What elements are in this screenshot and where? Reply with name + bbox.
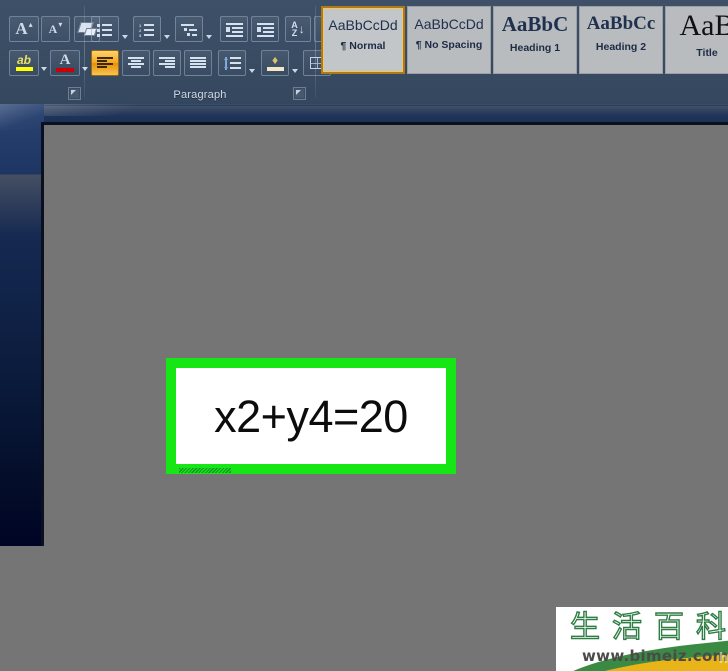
style-tile-no-spacing[interactable]: AaBbCcDd ¶ No Spacing	[407, 6, 491, 74]
grow-font-arrow-icon: ▴	[28, 20, 33, 29]
align-right-button[interactable]	[153, 50, 181, 76]
line-spacing-icon	[223, 56, 241, 70]
shrink-font-arrow-icon: ▾	[58, 20, 63, 29]
style-tile-normal[interactable]: AaBbCcDd ¶ Normal	[321, 6, 405, 74]
highlight-color-swatch	[15, 67, 33, 71]
watermark-url: www.bimeiz.com	[582, 647, 728, 665]
sort-arrow-icon: ↓	[298, 22, 305, 36]
document-canvas[interactable]: x2+y4=20 生活百科 www.bimeiz.com howto	[44, 125, 728, 671]
increase-indent-button[interactable]	[251, 16, 279, 42]
grow-font-label: A	[15, 19, 28, 38]
multilevel-list-button[interactable]	[175, 16, 203, 42]
shrink-font-label: A	[48, 21, 58, 36]
increase-indent-icon	[256, 22, 274, 37]
align-left-button[interactable]	[91, 50, 119, 76]
style-tile-heading-2[interactable]: AaBbCc Heading 2	[579, 6, 663, 74]
style-sample-no-spacing: AaBbCcDd	[414, 16, 484, 32]
text-box-content: x2+y4=20	[176, 368, 446, 473]
multilevel-list-icon	[181, 23, 197, 36]
watermark: 生活百科 www.bimeiz.com howto	[556, 607, 728, 671]
ribbon-group-paragraph-label: Paragraph	[173, 89, 227, 101]
line-spacing-button[interactable]	[218, 50, 246, 76]
style-name-heading-1: Heading 1	[509, 42, 561, 54]
watermark-chinese-title: 生活百科	[569, 609, 728, 645]
grow-font-button[interactable]: A ▴	[9, 16, 39, 42]
line-spacing-dropdown[interactable]	[249, 60, 255, 78]
shading-button[interactable]: ♦	[261, 50, 289, 76]
style-sample-normal: AaBbCcDd	[328, 17, 398, 33]
ribbon-group-paragraph: 1 2 3 A Z ↓ ♦ Paragraph	[86, 0, 340, 104]
ribbon: A ▴ A ▾ ab A 1 2 3 A Z ↓ ♦ Paragraph AaB…	[0, 0, 728, 104]
chevron-down-icon	[164, 35, 170, 39]
align-right-icon	[159, 57, 175, 69]
chevron-down-icon	[249, 69, 255, 73]
window-left-frame	[0, 104, 44, 546]
group-separator	[315, 6, 316, 98]
bullets-icon	[97, 23, 113, 37]
style-tile-heading-1[interactable]: AaBbC Heading 1	[493, 6, 577, 74]
multilevel-list-dropdown[interactable]	[206, 26, 212, 44]
group-separator	[84, 6, 85, 98]
shrink-font-button[interactable]: A ▾	[41, 16, 70, 42]
align-left-icon	[97, 57, 113, 69]
chevron-down-icon	[122, 35, 128, 39]
justify-icon	[190, 57, 206, 69]
numbering-dropdown[interactable]	[164, 26, 170, 44]
numbering-icon: 1 2 3	[139, 23, 155, 38]
align-center-button[interactable]	[122, 50, 150, 76]
justify-button[interactable]	[184, 50, 212, 76]
decrease-indent-icon	[225, 22, 243, 37]
chevron-down-icon	[41, 67, 47, 71]
sort-icon: AZ	[291, 20, 298, 38]
style-name-heading-2: Heading 2	[595, 41, 647, 53]
style-tile-title[interactable]: AaB Title	[665, 6, 728, 74]
align-center-icon	[128, 57, 144, 69]
style-name-title: Title	[696, 47, 718, 59]
window-sheen	[0, 104, 44, 130]
highlighter-icon: ab	[16, 53, 31, 67]
style-name-normal: ¶ Normal	[340, 40, 386, 52]
paint-bucket-icon: ♦	[271, 53, 279, 67]
numbering-button[interactable]: 1 2 3	[133, 16, 161, 42]
bullets-dropdown[interactable]	[122, 26, 128, 44]
bullets-button[interactable]	[91, 16, 119, 42]
text-highlight-color-dropdown[interactable]	[41, 58, 47, 76]
text-highlight-color-button[interactable]: ab	[9, 50, 39, 76]
shading-color-swatch	[266, 67, 284, 71]
ribbon-group-font: A ▴ A ▾ ab A	[0, 0, 100, 104]
shading-dropdown[interactable]	[292, 60, 298, 78]
ribbon-group-styles: AaBbCcDd ¶ Normal AaBbCcDd ¶ No Spacing …	[318, 0, 728, 104]
grammar-squiggle-underline	[179, 468, 231, 473]
font-color-letter-icon: A	[59, 52, 71, 68]
style-sample-heading-1: AaBbC	[501, 12, 569, 36]
style-sample-heading-2: AaBbCc	[586, 13, 656, 34]
chevron-down-icon	[206, 35, 212, 39]
style-name-no-spacing: ¶ No Spacing	[415, 39, 483, 51]
equation-text-box[interactable]: x2+y4=20	[166, 358, 456, 474]
font-color-swatch	[56, 68, 74, 72]
style-sample-title: AaB	[679, 9, 728, 42]
font-dialog-launcher[interactable]	[68, 87, 81, 100]
decrease-indent-button[interactable]	[220, 16, 248, 42]
sort-button[interactable]: AZ ↓	[285, 16, 311, 42]
equation-text: x2+y4=20	[214, 390, 408, 442]
watermark-ghost-text: howto	[718, 651, 728, 667]
font-color-button[interactable]: A	[50, 50, 80, 76]
chevron-down-icon	[292, 69, 298, 73]
